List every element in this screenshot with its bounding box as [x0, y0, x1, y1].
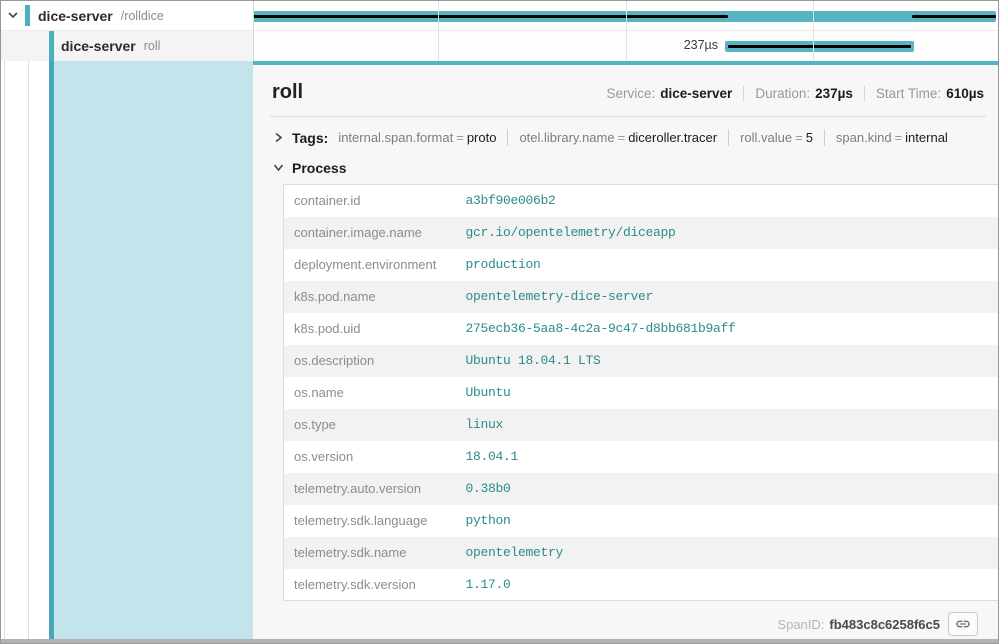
kv-key: k8s.pod.name [284, 281, 456, 313]
span-name-cell-rolldice[interactable]: dice-server /rolldice [1, 1, 253, 30]
span-name-cell-roll[interactable]: dice-server roll [1, 31, 253, 61]
tags-label: Tags: [292, 130, 328, 146]
table-row[interactable]: container.ida3bf90e006b2 [284, 185, 999, 217]
kv-key: container.image.name [284, 217, 456, 249]
table-row[interactable]: os.descriptionUbuntu 18.04.1 LTS [284, 345, 999, 377]
duration-label: Duration: [755, 86, 810, 101]
table-row[interactable]: os.typelinux [284, 409, 999, 441]
spanid-value: fb483c8c6258f6c5 [829, 617, 940, 632]
span-duration-overlay [728, 45, 911, 48]
tags-section-header[interactable]: Tags: internal.span.format=proto otel.lib… [270, 129, 986, 146]
kv-value: linux [456, 409, 999, 441]
trace-view-page: dice-server /rolldice dice-server roll 2… [0, 0, 999, 644]
kv-value: Ubuntu 18.04.1 LTS [456, 345, 999, 377]
kv-value: Ubuntu [456, 377, 999, 409]
kv-key: os.description [284, 345, 456, 377]
kv-value: opentelemetry-dice-server [456, 281, 999, 313]
table-row[interactable]: os.version18.04.1 [284, 441, 999, 473]
service-name: dice-server [61, 38, 136, 54]
copy-link-button[interactable] [948, 612, 978, 636]
kv-key: container.id [284, 185, 456, 217]
child-extent-overlay [912, 15, 996, 18]
service-color-bar [25, 5, 30, 26]
process-kv-table: container.ida3bf90e006b2container.image.… [283, 184, 999, 601]
kv-value: gcr.io/opentelemetry/diceapp [456, 217, 999, 249]
table-row[interactable]: container.image.namegcr.io/opentelemetry… [284, 217, 999, 249]
selected-row-highlight[interactable] [54, 61, 253, 639]
kv-key: telemetry.sdk.language [284, 505, 456, 537]
table-row[interactable]: telemetry.sdk.version1.17.0 [284, 569, 999, 601]
kv-value: 275ecb36-5aa8-4c2a-9c47-d8bb681b9aff [456, 313, 999, 345]
kv-key: k8s.pod.uid [284, 313, 456, 345]
kv-value: python [456, 505, 999, 537]
span-row-rolldice[interactable]: dice-server /rolldice [1, 1, 998, 31]
table-row[interactable]: telemetry.auto.version0.38b0 [284, 473, 999, 505]
kv-key: deployment.environment [284, 249, 456, 281]
span-detail-panel: roll Service: dice-server Duration: 237µ… [253, 61, 998, 639]
operation-name: /rolldice [121, 9, 164, 23]
service-color-bar [49, 31, 54, 61]
table-row[interactable]: telemetry.sdk.languagepython [284, 505, 999, 537]
chevron-down-icon[interactable] [5, 8, 21, 24]
table-row[interactable]: os.nameUbuntu [284, 377, 999, 409]
service-value: dice-server [660, 86, 732, 101]
span-meta: Service: dice-server Duration: 237µs Sta… [606, 86, 984, 101]
spanid-label: SpanID: [777, 617, 824, 632]
tag-item: internal.span.format=proto [338, 130, 496, 145]
start-time-label: Start Time: [876, 86, 941, 101]
service-name: dice-server [38, 8, 113, 24]
span-duration-label: 237µs [684, 38, 718, 52]
tag-item: otel.library.name=diceroller.tracer [519, 130, 717, 145]
process-label: Process [292, 160, 346, 176]
kv-value: a3bf90e006b2 [456, 185, 999, 217]
kv-key: telemetry.auto.version [284, 473, 456, 505]
span-row-roll[interactable]: dice-server roll 237µs [1, 31, 998, 61]
duration-value: 237µs [815, 86, 853, 101]
link-icon [955, 616, 971, 632]
span-detail-header: roll Service: dice-server Duration: 237µ… [270, 73, 986, 117]
service-label: Service: [606, 86, 655, 101]
kv-key: os.version [284, 441, 456, 473]
operation-name: roll [144, 39, 161, 53]
process-section-header[interactable]: Process [270, 160, 986, 176]
kv-key: telemetry.sdk.version [284, 569, 456, 601]
child-extent-overlay [253, 15, 728, 18]
span-detail-area: roll Service: dice-server Duration: 237µ… [1, 61, 998, 639]
kv-value: 18.04.1 [456, 441, 999, 473]
span-title: roll [272, 81, 303, 104]
kv-key: os.type [284, 409, 456, 441]
kv-value: 1.17.0 [456, 569, 999, 601]
tag-item: roll.value=5 [740, 130, 813, 145]
kv-value: opentelemetry [456, 537, 999, 569]
chevron-down-icon[interactable] [272, 161, 286, 175]
table-row[interactable]: k8s.pod.uid275ecb36-5aa8-4c2a-9c47-d8bb6… [284, 313, 999, 345]
span-detail-footer: SpanID: fb483c8c6258f6c5 [270, 612, 986, 636]
bottom-scroll-track[interactable] [1, 639, 998, 643]
chevron-right-icon[interactable] [272, 131, 286, 145]
kv-value: production [456, 249, 999, 281]
kv-value: 0.38b0 [456, 473, 999, 505]
kv-key: os.name [284, 377, 456, 409]
table-row[interactable]: deployment.environmentproduction [284, 249, 999, 281]
kv-key: telemetry.sdk.name [284, 537, 456, 569]
start-time-value: 610µs [946, 86, 984, 101]
table-row[interactable]: telemetry.sdk.nameopentelemetry [284, 537, 999, 569]
table-row[interactable]: k8s.pod.nameopentelemetry-dice-server [284, 281, 999, 313]
tag-item: span.kind=internal [836, 130, 948, 145]
